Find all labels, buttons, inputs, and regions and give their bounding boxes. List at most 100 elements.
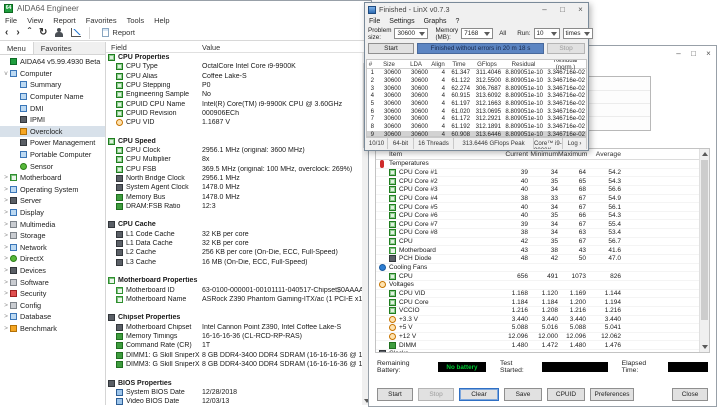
minimize-icon[interactable]: – — [537, 4, 552, 16]
sensor-row[interactable]: CPU Core #8 38 34 63 53.4 — [376, 229, 709, 238]
sensor-row[interactable]: CPU Core 1.184 1.184 1.200 1.194 — [376, 298, 709, 307]
minimize-icon[interactable]: – — [671, 48, 686, 60]
sidebar-item-computer-name[interactable]: Computer Name — [0, 91, 105, 103]
sensor-group-row[interactable]: Clocks — [376, 350, 709, 352]
statistics-scrollbar[interactable] — [699, 149, 709, 352]
table-row[interactable]: CPU Type OctalCore Intel Core i9-9900K — [106, 62, 362, 71]
section-header-row[interactable]: Chipset Properties — [106, 313, 362, 322]
tree-chevron-icon[interactable]: > — [2, 186, 10, 193]
menu-item-report[interactable]: Report — [53, 16, 76, 25]
sensor-group-row[interactable]: Voltages — [376, 281, 709, 290]
table-row[interactable]: Memory Bus 1478.0 MHz — [106, 192, 362, 201]
sensor-row[interactable]: +12 V 12.096 12.000 12.096 12.062 — [376, 333, 709, 342]
user-icon[interactable] — [55, 27, 64, 38]
cpuid-button[interactable]: CPUID — [547, 387, 585, 401]
column-field[interactable]: Field — [106, 43, 202, 52]
scroll-up-icon[interactable] — [702, 152, 708, 156]
linx-result-row[interactable]: 2 30600 30600 4 61.122 312.5500 8.809051e-10 3.… — [367, 77, 586, 85]
table-row[interactable]: CPU Multiplier 8x — [106, 155, 362, 164]
table-row[interactable]: DIMM3: G Skill SniperX F4-3400C16-8G...8… — [106, 360, 362, 369]
memory-select[interactable]: 7168 — [461, 28, 494, 39]
sidebar-item-overclock[interactable]: Overclock — [0, 125, 105, 138]
table-row[interactable]: Motherboard Name ASRock Z390 Phantom Gami… — [106, 295, 362, 304]
linx-result-row[interactable]: 8 30600 30600 4 61.192 312.1891 8.809051e-10 3.… — [367, 123, 586, 131]
sensor-row[interactable]: CPU Core #6 40 35 66 54.3 — [376, 212, 709, 221]
tree-chevron-icon[interactable]: > — [2, 209, 10, 216]
table-row[interactable]: Motherboard ID 63-0100-000001-00101111-04… — [106, 285, 362, 294]
tab-favorites[interactable]: Favorites — [34, 42, 79, 54]
save-button[interactable]: Save — [504, 387, 542, 401]
tree-chevron-icon[interactable]: > — [2, 290, 10, 297]
linx-menu-item-help[interactable]: ? — [456, 18, 460, 25]
linx-result-row[interactable]: 1 30600 30600 4 61.347 311.4046 8.809051e-10 3.… — [367, 69, 586, 77]
section-header-row[interactable]: BIOS Properties — [106, 378, 362, 387]
sidebar-item-directx[interactable]: > DirectX — [0, 253, 105, 265]
table-row[interactable]: Video BIOS Date 12/03/13 — [106, 397, 362, 405]
section-header-row[interactable]: CPU Speed — [106, 137, 362, 146]
tree-chevron-icon[interactable]: > — [2, 279, 10, 286]
tree-chevron-icon[interactable]: > — [2, 255, 10, 262]
all-label[interactable]: All — [499, 30, 506, 37]
sensor-row[interactable]: CPU Core #4 38 33 67 54.9 — [376, 194, 709, 204]
sensor-row[interactable]: DIMM 1.480 1.472 1.480 1.476 — [376, 341, 709, 351]
sidebar-item-display[interactable]: > Display — [0, 207, 105, 219]
table-row[interactable]: Memory Timings 16-16-16-36 (CL-RCD-RP-RAS… — [106, 332, 362, 341]
linx-column-4[interactable]: Time — [448, 61, 473, 68]
table-row[interactable]: CPUID CPU Name Intel(R) Core(TM) i9-9900K… — [106, 99, 362, 108]
table-row[interactable]: System Agent Clock 1478.0 MHz — [106, 183, 362, 192]
maximize-icon[interactable]: □ — [555, 4, 570, 16]
table-row[interactable]: CPU VID 1.1687 V — [106, 118, 362, 127]
sensor-row[interactable]: CPU VID 1.168 1.120 1.169 1.144 — [376, 289, 709, 299]
table-row[interactable]: L1 Code Cache 32 KB per core — [106, 230, 362, 239]
sidebar-item-multimedia[interactable]: > Multimedia — [0, 218, 105, 230]
tree-chevron-icon[interactable]: > — [2, 313, 10, 320]
sensor-row[interactable]: CPU 656 491 1073 826 — [376, 272, 709, 281]
maximize-icon[interactable]: □ — [686, 48, 701, 60]
table-row[interactable]: DIMM1: G Skill SniperX F4-3400C16-8G...8… — [106, 351, 362, 360]
section-header-row[interactable]: CPU Cache — [106, 220, 362, 229]
table-row[interactable]: CPU Stepping P0 — [106, 81, 362, 90]
problem-size-select[interactable]: 30600 — [394, 28, 429, 39]
table-row[interactable]: North Bridge Clock 2956.1 MHz — [106, 174, 362, 183]
run-units-select[interactable]: times — [562, 28, 593, 39]
sidebar-item-benchmark[interactable]: > Benchmark — [0, 323, 105, 335]
sidebar-item-sensor[interactable]: Sensor — [0, 160, 105, 172]
sensor-row[interactable]: CPU Core #2 40 35 65 54.3 — [376, 177, 709, 186]
linx-menu-item-graphs[interactable]: Graphs — [424, 18, 447, 25]
sensor-row[interactable]: PCH Diode 48 42 50 47.0 — [376, 255, 709, 264]
close-button[interactable]: Close — [672, 387, 708, 401]
linx-column-1[interactable]: Size — [377, 61, 404, 68]
tree-chevron-icon[interactable]: > — [2, 325, 10, 332]
scroll-down-icon[interactable] — [702, 345, 708, 349]
sensor-row[interactable]: +5 V 5.088 5.016 5.088 5.041 — [376, 324, 709, 333]
sidebar-item-aida64[interactable]: AIDA64 v5.99.4930 Beta — [0, 56, 105, 68]
linx-column-3[interactable]: Align — [431, 61, 448, 68]
sensor-row[interactable]: CPU Core #1 39 34 64 54.2 — [376, 168, 709, 178]
start-button[interactable]: Start — [368, 43, 414, 54]
sidebar-item-power-management[interactable]: Power Management — [0, 137, 105, 149]
tree-chevron-icon[interactable]: > — [2, 302, 10, 309]
chart-icon[interactable] — [71, 28, 82, 37]
sidebar-item-config[interactable]: > Config — [0, 299, 105, 311]
linx-column-6[interactable]: Residual — [504, 61, 546, 68]
menu-item-view[interactable]: View — [27, 16, 43, 25]
clear-button[interactable]: Clear — [459, 387, 499, 401]
sidebar-item-network[interactable]: > Network — [0, 242, 105, 254]
menu-item-tools[interactable]: Tools — [127, 16, 145, 25]
table-row[interactable]: CPU FSB 369.5 MHz (original: 100 MHz, ove… — [106, 165, 362, 174]
up-icon[interactable]: ˆ — [28, 27, 31, 39]
tree-chevron-icon[interactable]: > — [2, 244, 10, 251]
close-icon[interactable]: × — [573, 4, 588, 16]
sensor-group-row[interactable]: Temperatures — [376, 159, 709, 169]
section-header-row[interactable]: Motherboard Properties — [106, 276, 362, 285]
sidebar-item-motherboard[interactable]: > Motherboard — [0, 172, 105, 184]
sidebar-item-storage[interactable]: > Storage — [0, 230, 105, 242]
table-row[interactable]: DRAM:FSB Ratio 12:3 — [106, 202, 362, 211]
tree-chevron-icon[interactable]: > — [2, 232, 10, 239]
menu-item-favorites[interactable]: Favorites — [86, 16, 117, 25]
tree-chevron-icon[interactable]: > — [2, 221, 10, 228]
sidebar-item-database[interactable]: > Database — [0, 311, 105, 323]
close-icon[interactable]: × — [701, 48, 716, 60]
table-row[interactable]: Command Rate (CR) 1T — [106, 341, 362, 350]
table-row[interactable]: Engineering Sample No — [106, 90, 362, 99]
